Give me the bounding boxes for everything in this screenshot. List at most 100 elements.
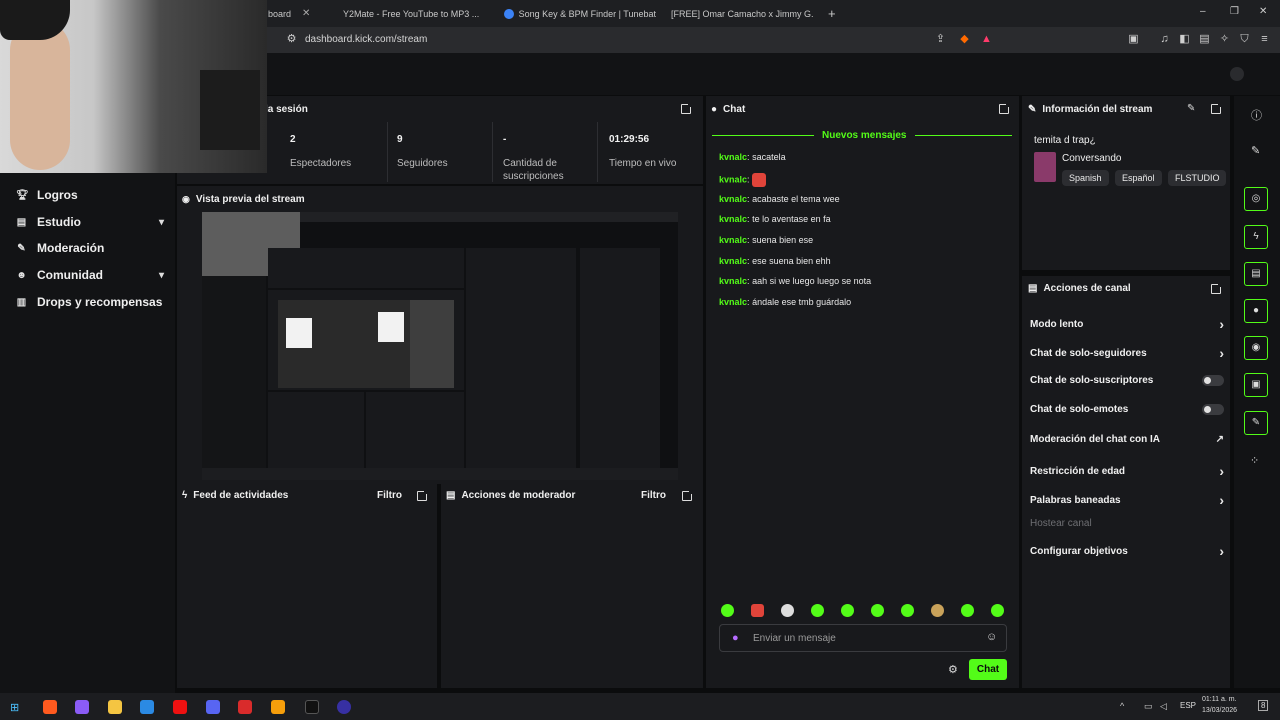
emote-icon[interactable] — [841, 604, 854, 617]
subscribers-only-toggle[interactable] — [1202, 375, 1224, 386]
expand-icon[interactable] — [1211, 102, 1223, 114]
vpn-icon[interactable]: ⛉ — [1238, 33, 1251, 46]
wallet-icon[interactable]: ▤ — [1198, 33, 1211, 46]
emoji-icon[interactable]: ☺ — [986, 631, 997, 643]
separator: : — [747, 276, 750, 286]
chat-username[interactable]: kvnalc — [719, 297, 747, 307]
broadcast-icon[interactable]: ◉ — [1244, 336, 1268, 360]
avatar[interactable] — [1230, 67, 1244, 81]
chat-username[interactable]: kvnalc — [719, 152, 747, 162]
file-explorer-icon[interactable] — [108, 700, 122, 714]
chat-username[interactable]: kvnalc — [719, 276, 747, 286]
emote-icon[interactable] — [871, 604, 884, 617]
action-age-restriction[interactable]: Restricción de edad › — [1030, 463, 1224, 479]
send-chat-button[interactable]: Chat — [969, 659, 1007, 680]
action-banned-words[interactable]: Palabras baneadas › — [1030, 492, 1224, 508]
info-icon[interactable]: ⓘ — [1251, 107, 1262, 123]
edit-icon[interactable]: ✎ — [1251, 144, 1260, 157]
volume-icon[interactable]: ◁ — [1160, 701, 1167, 712]
store-icon[interactable] — [140, 700, 154, 714]
emote-icon[interactable] — [901, 604, 914, 617]
expand-icon[interactable] — [999, 102, 1011, 114]
maximize-button[interactable]: ❐ — [1230, 6, 1239, 17]
clock-date[interactable]: 13/03/2026 — [1202, 707, 1237, 714]
action-slow-mode[interactable]: Modo lento › — [1030, 316, 1224, 332]
site-info-icon[interactable]: ⚙ — [285, 33, 298, 46]
brave-shield-icon[interactable]: ◆ — [958, 33, 971, 46]
video-icon[interactable]: ▣ — [1244, 373, 1268, 397]
clipboard-icon[interactable]: ▤ — [1244, 262, 1268, 286]
emote-icon[interactable] — [721, 604, 734, 617]
emotes-only-toggle[interactable] — [1202, 404, 1224, 415]
network-icon[interactable]: ▭ — [1144, 701, 1153, 712]
sidebar-item-moderacion[interactable]: ✎ Moderación — [16, 241, 164, 255]
layout-icon[interactable]: ⁘ — [1250, 454, 1259, 467]
filter-button[interactable]: Filtro — [641, 490, 666, 501]
emote-icon[interactable] — [811, 604, 824, 617]
chat-username[interactable]: kvnalc — [719, 194, 747, 204]
share-icon[interactable]: ⇪ — [934, 33, 947, 46]
sidebar-item-estudio[interactable]: ▤ Estudio ▾ — [16, 215, 164, 229]
screenshot-icon[interactable]: ▣ — [1127, 33, 1140, 46]
preview-sidebar — [202, 276, 266, 468]
obs-icon[interactable] — [305, 700, 319, 714]
app-icon[interactable] — [75, 700, 89, 714]
emote-icon[interactable] — [991, 604, 1004, 617]
close-window-button[interactable]: ✕ — [1259, 6, 1267, 17]
clock-time[interactable]: 01:11 a. m. — [1202, 696, 1237, 703]
url-field[interactable]: dashboard.kick.com/stream — [305, 34, 427, 45]
action-configure-goals[interactable]: Configurar objetivos › — [1030, 543, 1224, 559]
leo-ai-icon[interactable]: ✧ — [1218, 33, 1231, 46]
menu-icon[interactable]: ≡ — [1258, 33, 1271, 46]
chat-username[interactable]: kvnalc — [719, 235, 747, 245]
tab-youtube[interactable]: [FREE] Omar Camacho x Jimmy G... — [666, 4, 814, 23]
wrench-icon[interactable]: ✎ — [1244, 411, 1268, 435]
notifications-badge[interactable]: 8 — [1258, 700, 1269, 711]
sidebar-item-logros[interactable]: 🏆︎ Logros — [16, 188, 164, 202]
microphone-icon[interactable]: ● — [732, 632, 739, 644]
fl-studio-icon[interactable] — [271, 700, 285, 714]
chat-username[interactable]: kvnalc — [719, 214, 747, 224]
sidebar-icon[interactable]: ◧ — [1178, 33, 1191, 46]
sidebar-item-comunidad[interactable]: ☻ Comunidad ▾ — [16, 268, 164, 282]
emote-icon[interactable] — [931, 604, 944, 617]
minimize-button[interactable]: – — [1200, 6, 1206, 17]
expand-icon[interactable] — [1211, 282, 1223, 294]
brave-icon[interactable] — [43, 700, 57, 714]
filter-button[interactable]: Filtro — [377, 490, 402, 501]
expand-icon[interactable] — [681, 102, 693, 114]
tab-y2mate[interactable]: Y2Mate - Free YouTube to MP3 ... ✕ — [338, 4, 488, 23]
chat-username[interactable]: kvnalc — [719, 174, 747, 184]
emote-icon[interactable] — [751, 604, 764, 617]
chat-settings-icon[interactable]: ⚙ — [948, 663, 958, 676]
brave-rewards-icon[interactable]: ▲ — [980, 33, 993, 46]
lightning-icon[interactable]: ϟ — [1244, 225, 1268, 249]
stream-preview-video[interactable] — [202, 212, 678, 480]
tab-tunebat[interactable]: Song Key & BPM Finder | Tunebat — [504, 4, 656, 23]
windows-start-icon[interactable]: ⊞ — [10, 701, 19, 714]
sidebar-item-drops[interactable]: ▥ Drops y recompensas — [16, 295, 164, 309]
discord-icon[interactable] — [206, 700, 220, 714]
edit-icon[interactable]: ✎ — [1187, 103, 1195, 114]
close-icon[interactable]: ✕ — [302, 8, 310, 19]
expand-icon[interactable] — [417, 489, 429, 501]
chat-input[interactable]: ● Enviar un mensaje ☺ — [719, 624, 1007, 652]
emote-icon[interactable] — [961, 604, 974, 617]
new-tab-button[interactable]: + — [828, 4, 840, 23]
language-indicator[interactable]: ESP — [1180, 701, 1196, 710]
stat-subscriptions: - Cantidad de suscripciones — [503, 134, 583, 183]
mod-actions-panel: ▤ Acciones de moderador Filtro — [441, 484, 703, 688]
youtube-icon[interactable] — [173, 700, 187, 714]
tab-kick-dashboard[interactable]: board ✕ — [268, 4, 330, 23]
chevron-up-icon[interactable]: ^ — [1120, 701, 1124, 711]
music-icon[interactable]: ♫ — [1158, 33, 1171, 46]
emote-icon[interactable] — [781, 604, 794, 617]
action-followers-only[interactable]: Chat de solo-seguidores › — [1030, 345, 1224, 361]
action-ai-moderation[interactable]: Moderación del chat con IA ↗ — [1030, 434, 1224, 445]
expand-icon[interactable] — [682, 489, 694, 501]
camera-icon[interactable]: ◎ — [1244, 187, 1268, 211]
chat-bubble-icon[interactable]: ● — [1244, 299, 1268, 323]
app-icon[interactable] — [337, 700, 351, 714]
chat-username[interactable]: kvnalc — [719, 256, 747, 266]
app-icon[interactable] — [238, 700, 252, 714]
